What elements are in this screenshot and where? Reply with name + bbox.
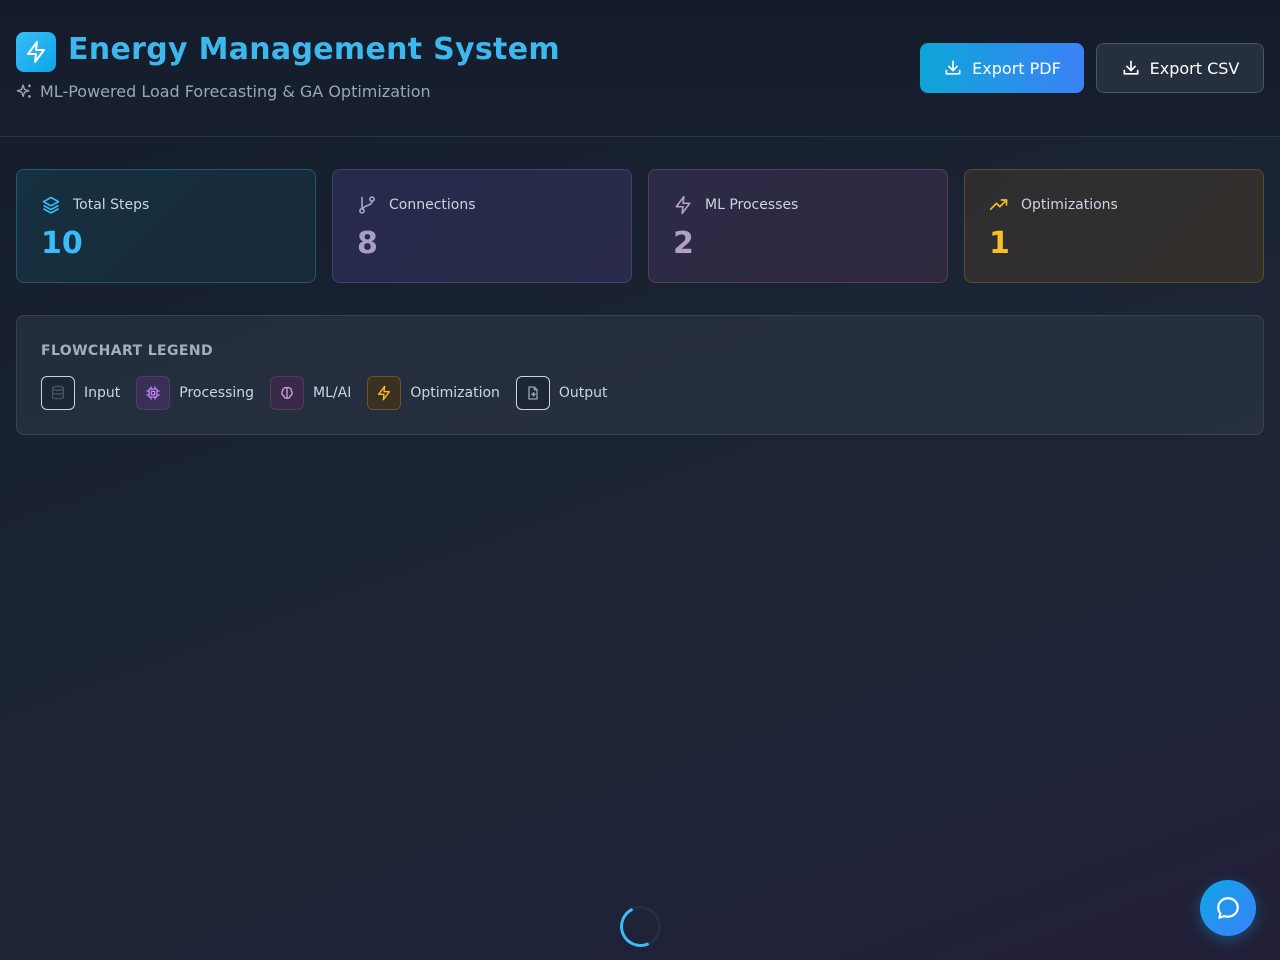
download-icon (1123, 60, 1139, 75)
chat-bubble-icon (1217, 897, 1239, 919)
export-csv-button[interactable]: Export CSV (1096, 43, 1264, 93)
git-branch-icon (359, 196, 375, 214)
stat-value: 8 (357, 226, 378, 261)
brain-icon (270, 376, 305, 410)
download-icon (945, 60, 961, 75)
legend-item-input: Input (41, 376, 120, 410)
file-output-icon (515, 376, 550, 410)
database-icon (41, 376, 75, 410)
lightning-bolt-icon (675, 195, 691, 215)
app-subtitle: ML-Powered Load Forecasting & GA Optimiz… (40, 82, 431, 101)
stat-label: Optimizations (1021, 197, 1118, 213)
stat-card-connections: Connections 8 (332, 169, 632, 283)
stat-value: 2 (673, 226, 694, 261)
stat-value: 1 (989, 226, 1010, 261)
app-title: Energy Management System (68, 32, 560, 67)
legend-label: Optimization (410, 385, 500, 401)
sparkles-icon (16, 84, 31, 98)
legend-label: Output (558, 385, 608, 401)
layers-icon (42, 196, 60, 214)
stat-label: Connections (389, 197, 476, 213)
stat-card-optimizations: Optimizations 1 (964, 169, 1264, 283)
legend-item-optimization: Optimization (367, 376, 500, 410)
stat-label: ML Processes (705, 197, 799, 213)
stat-value: 10 (41, 226, 83, 261)
legend-label: Processing (179, 385, 255, 401)
export-csv-label: Export CSV (1149, 58, 1240, 78)
trending-up-icon (989, 199, 1008, 210)
export-pdf-label: Export PDF (972, 58, 1061, 78)
lightning-bolt-icon (367, 376, 402, 410)
stat-card-ml-processes: ML Processes 2 (648, 169, 948, 283)
stat-label: Total Steps (73, 197, 150, 213)
loading-spinner (614, 900, 667, 953)
legend-label: ML/AI (313, 385, 352, 401)
legend-title: FLOWCHART LEGEND (41, 343, 214, 359)
legend-label: Input (84, 385, 121, 401)
flowchart-legend: FLOWCHART LEGEND Input Processing ML/AI … (16, 315, 1264, 435)
header: Energy Management System ML-Powered Load… (0, 0, 1280, 137)
legend-item-output: Output (515, 376, 608, 410)
chat-button[interactable] (1200, 880, 1256, 936)
export-pdf-button[interactable]: Export PDF (920, 43, 1084, 93)
lightning-bolt-icon (16, 32, 56, 72)
legend-item-ml-ai: ML/AI (270, 376, 351, 410)
legend-item-processing: Processing (136, 376, 254, 410)
cpu-icon (136, 376, 171, 410)
stat-card-total-steps: Total Steps 10 (16, 169, 316, 283)
